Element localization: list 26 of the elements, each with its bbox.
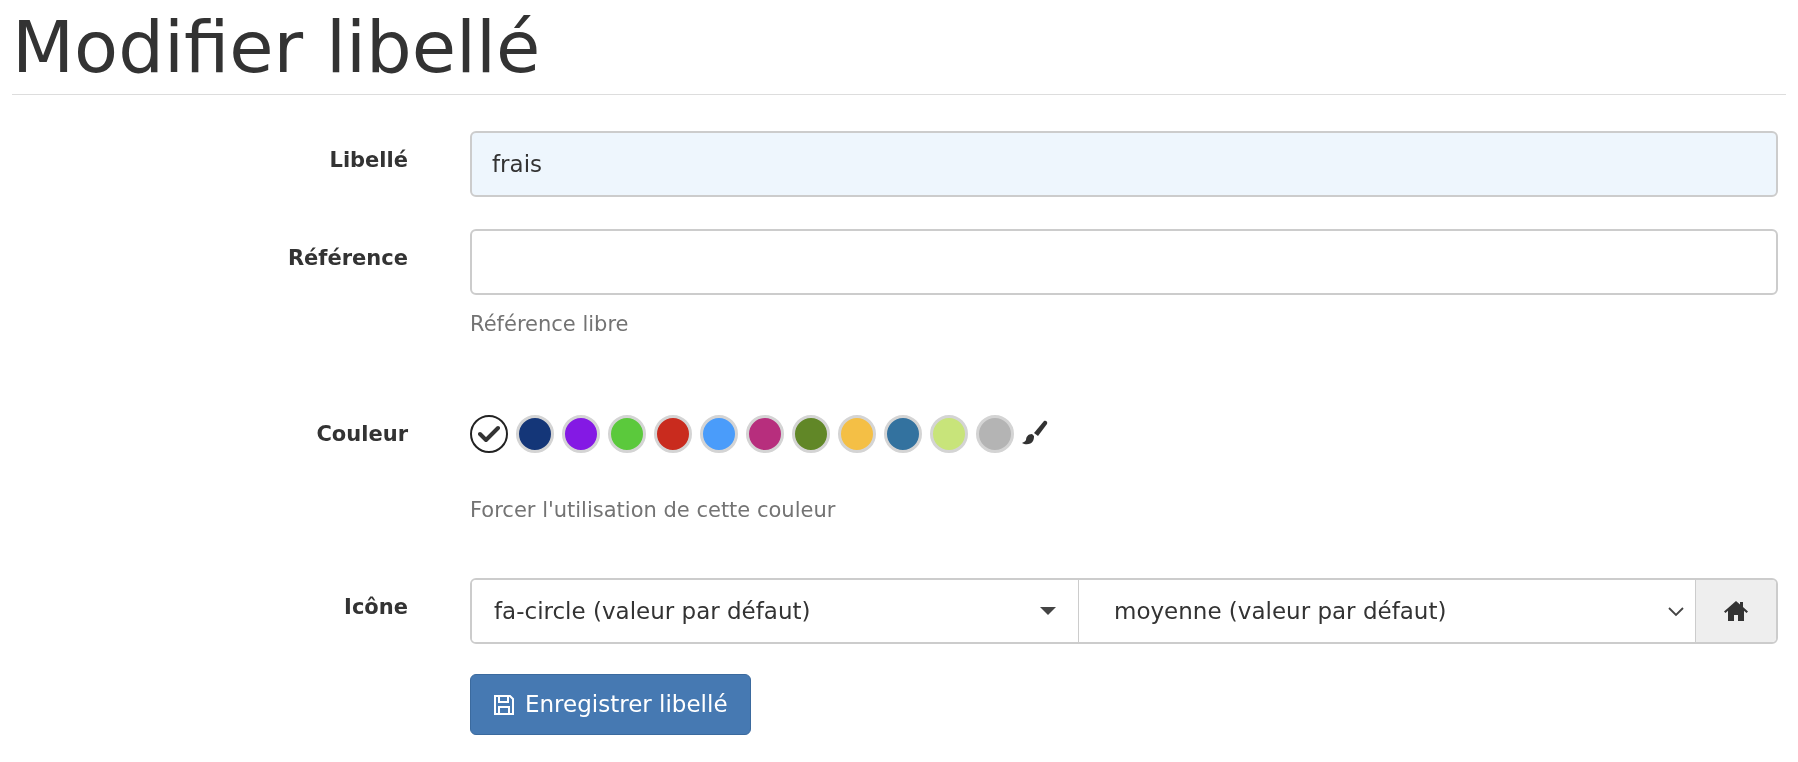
no-color-swatch[interactable] [470, 414, 508, 453]
help-text: Référence libre [470, 311, 630, 339]
color-swatch[interactable] [700, 414, 738, 453]
field-label: Couleur [315, 420, 408, 448]
input-field[interactable]: frais [470, 131, 1778, 198]
chevron-icon [1667, 605, 1685, 618]
save-button[interactable]: Enregistrer libellé [470, 674, 751, 735]
color-swatch[interactable] [516, 414, 554, 453]
color-swatch[interactable] [884, 414, 922, 453]
home-icon [1724, 600, 1748, 623]
color-swatch[interactable] [654, 414, 692, 453]
help-text: Forcer l'utilisation de cette couleur [470, 496, 837, 524]
color-swatch[interactable] [746, 414, 784, 453]
caret-icon [1040, 606, 1056, 617]
color-swatch[interactable] [608, 414, 646, 453]
color-swatch[interactable] [930, 414, 968, 453]
color-swatch[interactable] [838, 414, 876, 453]
field-label: Référence [286, 245, 408, 273]
color-swatch[interactable] [562, 414, 600, 453]
field-label: Icône [343, 594, 408, 622]
color-swatch[interactable] [976, 414, 1014, 453]
field-label: Libellé [328, 147, 408, 175]
page-title: Modifier libellé [11, 4, 542, 91]
input-field[interactable] [470, 229, 1778, 296]
icon-select[interactable]: fa-circle (valeur par défaut) [472, 580, 1079, 643]
color-swatch[interactable] [792, 414, 830, 453]
